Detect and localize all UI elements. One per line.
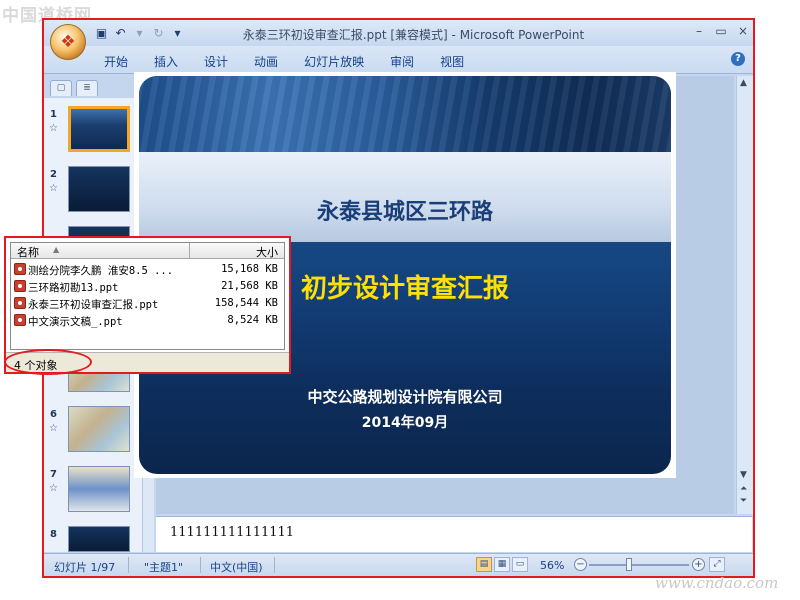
slide-title: 永泰县城区三环路 [316, 200, 493, 225]
status-bar: 幻灯片 1/97 "主题1" 中文(中国) ▤ ▦ ▭ 56% − + ⤢ [44, 553, 753, 576]
file-row[interactable]: 三环路初勘13.ppt 21,568 KB [11, 278, 284, 295]
animation-star-icon: ☆ [49, 123, 58, 134]
slide-scrollbar[interactable]: ▲ ▼ ⏶ ⏷ [736, 76, 753, 514]
close-button[interactable]: × [737, 24, 749, 38]
slide-organization: 中交公路规划设计院有限公司 [307, 388, 503, 406]
column-divider[interactable] [189, 243, 190, 258]
tab-animations[interactable]: 动画 [254, 53, 278, 70]
tab-slides[interactable]: ▢ [50, 80, 72, 96]
thumbnail-item[interactable]: 7 ☆ [44, 466, 142, 526]
help-icon[interactable]: ? [731, 52, 745, 66]
notes-pane[interactable]: 111111111111111 [156, 516, 752, 552]
tab-home[interactable]: 开始 [104, 53, 128, 70]
status-divider [200, 557, 201, 573]
animation-star-icon: ☆ [49, 483, 58, 494]
thumbnail-image [68, 166, 130, 212]
file-row[interactable]: 测绘分院李久鹏 淮安8.5 ... 15,168 KB [11, 261, 284, 278]
previous-slide-icon[interactable]: ⏶ [740, 484, 747, 494]
tab-slideshow[interactable]: 幻灯片放映 [304, 53, 364, 70]
thumbnail-item[interactable]: 6 ☆ [44, 406, 142, 466]
ppt-file-icon [14, 280, 26, 292]
slide-sorter-view-icon[interactable]: ▦ [494, 557, 510, 572]
zoom-slider-thumb[interactable] [626, 558, 632, 571]
watermark-url: www.cndao.com [655, 574, 779, 592]
language-indicator[interactable]: 中文(中国) [210, 559, 263, 575]
animation-star-icon: ☆ [49, 183, 58, 194]
slideshow-view-icon[interactable]: ▭ [512, 557, 528, 572]
tab-design[interactable]: 设计 [204, 53, 228, 70]
thumbnail-number: 6 [50, 409, 57, 420]
file-size: 158,544 KB [214, 297, 278, 309]
maximize-button[interactable]: ▭ [715, 24, 727, 38]
tab-outline[interactable]: ≣ [76, 80, 98, 96]
file-name: 测绘分院李久鹏 淮安8.5 ... [28, 265, 174, 277]
tab-review[interactable]: 审阅 [390, 53, 414, 70]
ribbon: 开始 插入 设计 动画 幻灯片放映 审阅 视图 ? [44, 46, 753, 74]
scroll-down-icon[interactable]: ▼ [740, 470, 747, 480]
highlight-oval [4, 349, 92, 375]
title-bar: ▣ ↶ ▾ ↻ ▾ 永泰三环初设审查汇报.ppt [兼容模式] - Micros… [44, 20, 753, 46]
animation-star-icon: ☆ [49, 423, 58, 434]
ppt-file-icon [14, 297, 26, 309]
column-header-size[interactable]: 大小 [256, 244, 278, 260]
sort-ascending-icon: ▲ [53, 245, 60, 254]
column-header-name[interactable]: 名称 [17, 244, 39, 260]
theme-name[interactable]: "主题1" [144, 559, 183, 575]
zoom-out-icon[interactable]: − [574, 558, 587, 571]
tab-view[interactable]: 视图 [440, 53, 464, 70]
next-slide-icon[interactable]: ⏷ [740, 496, 747, 506]
thumbnail-image [68, 526, 130, 552]
normal-view-icon[interactable]: ▤ [476, 557, 492, 572]
status-divider [274, 557, 275, 573]
file-size: 15,168 KB [221, 263, 278, 275]
window-title: 永泰三环初设审查汇报.ppt [兼容模式] - Microsoft PowerP… [242, 28, 585, 42]
scroll-up-icon[interactable]: ▲ [740, 78, 747, 88]
slide-date: 2014年09月 [361, 415, 449, 431]
file-size: 21,568 KB [221, 280, 278, 292]
file-row[interactable]: 永泰三环初设审查汇报.ppt 158,544 KB [11, 295, 284, 312]
thumbnail-item[interactable]: 1 ☆ [44, 106, 142, 166]
office-button[interactable]: ❖ [50, 24, 86, 60]
minimize-button[interactable]: – [693, 24, 705, 38]
file-list-status-bar: 4 个对象 [4, 349, 289, 375]
fit-to-window-icon[interactable]: ⤢ [709, 557, 725, 572]
thumbnail-image [68, 406, 130, 452]
file-list-overlay: 名称 ▲ 大小 测绘分院李久鹏 淮安8.5 ... 15,168 KB 三环路初… [4, 236, 291, 375]
thumbnail-number: 2 [50, 169, 57, 180]
file-name: 三环路初勘13.ppt [28, 282, 119, 294]
thumbnail-image [68, 106, 130, 152]
slide-indicator: 幻灯片 1/97 [54, 561, 116, 574]
thumbnail-number: 1 [50, 109, 57, 120]
thumbnail-number: 8 [50, 529, 57, 540]
file-name: 永泰三环初设审查汇报.ppt [28, 299, 159, 311]
file-row[interactable]: 中文演示文稿_.ppt 8,524 KB [11, 312, 284, 329]
tab-insert[interactable]: 插入 [154, 53, 178, 70]
ppt-file-icon [14, 263, 26, 275]
slide-header-photo [139, 76, 671, 152]
ppt-file-icon [14, 314, 26, 326]
file-size: 8,524 KB [227, 314, 278, 326]
window-controls: – ▭ × [693, 24, 749, 38]
notes-text: 111111111111111 [170, 525, 295, 540]
file-list-header: 名称 ▲ 大小 [11, 243, 284, 259]
ribbon-tabs: 开始 插入 设计 动画 幻灯片放映 审阅 视图 [104, 53, 490, 70]
thumbnail-item[interactable]: 2 ☆ [44, 166, 142, 226]
zoom-slider-track[interactable] [589, 564, 689, 566]
file-list-view: 名称 ▲ 大小 测绘分院李久鹏 淮安8.5 ... 15,168 KB 三环路初… [10, 242, 285, 350]
zoom-level[interactable]: 56% [540, 559, 564, 572]
status-divider [128, 557, 129, 573]
file-name: 中文演示文稿_.ppt [28, 316, 123, 328]
zoom-in-icon[interactable]: + [692, 558, 705, 571]
thumbnail-image [68, 466, 130, 512]
office-logo-icon: ❖ [60, 32, 76, 52]
thumbnail-number: 7 [50, 469, 57, 480]
